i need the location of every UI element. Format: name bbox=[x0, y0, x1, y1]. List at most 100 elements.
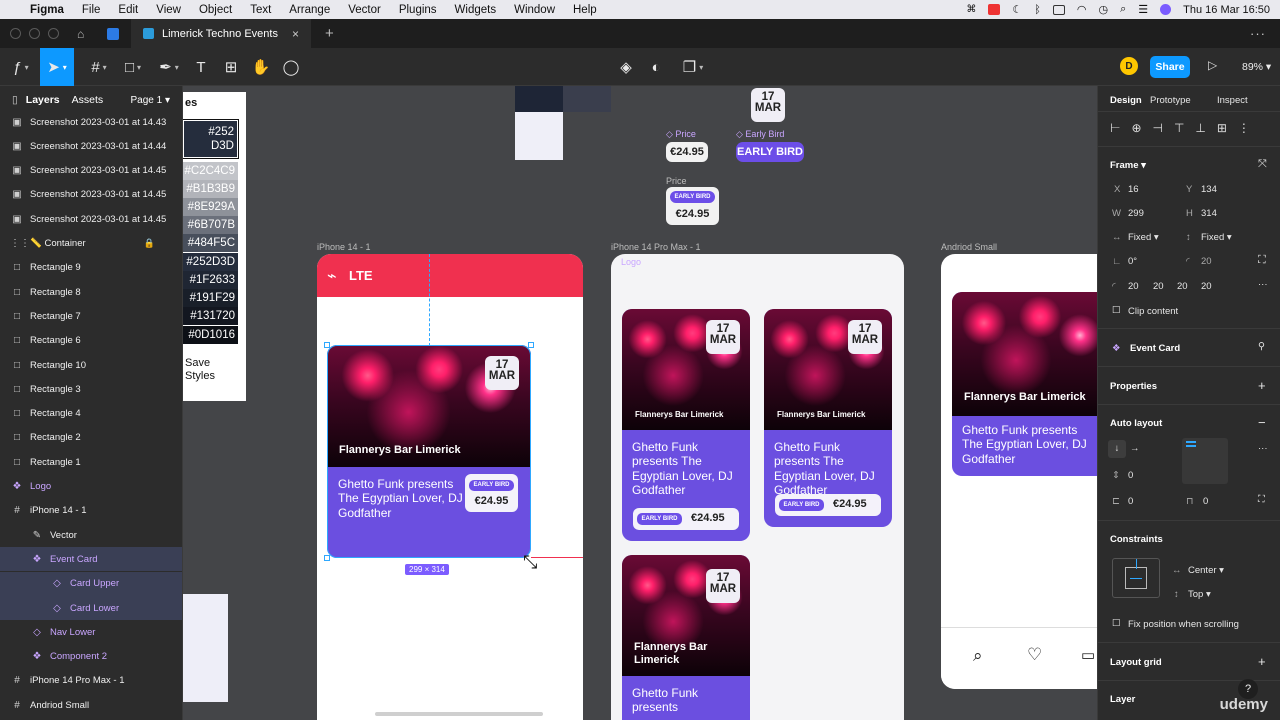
styles-palette[interactable]: es #252 D3D #C2C4C9 #B1B3B9 #8E929A #6B707B #… bbox=[183, 92, 246, 401]
w-input[interactable]: 299 bbox=[1128, 208, 1144, 219]
iphone14-frame[interactable]: ⌁ LTE 17 MAR Flannerys Bar Limerick Ghett… bbox=[317, 254, 583, 720]
y-input[interactable]: 134 bbox=[1201, 184, 1217, 195]
iphone14-promax-frame[interactable]: Logo 17 MAR Flannerys Bar Limerick Ghetto… bbox=[611, 254, 904, 720]
component-options-icon[interactable]: ⚲ bbox=[1258, 341, 1265, 352]
present-play-icon[interactable]: ▷ bbox=[1208, 58, 1217, 72]
frame-label-android[interactable]: Andriod Small bbox=[941, 242, 997, 252]
calendar-icon[interactable] bbox=[988, 4, 1001, 15]
color-swatch[interactable]: #0D1016 bbox=[183, 326, 238, 344]
comment-tool-button[interactable]: ◯ bbox=[280, 48, 302, 86]
shape-tool-button[interactable]: □ ▾ bbox=[118, 48, 148, 86]
frame-section-title[interactable]: Frame ▾ bbox=[1110, 160, 1146, 171]
layer-row[interactable]: □ Rectangle 1 bbox=[0, 450, 182, 474]
menu-vector[interactable]: Vector bbox=[348, 4, 381, 16]
add-layout-grid-icon[interactable]: + bbox=[1258, 654, 1266, 669]
layer-row[interactable]: # iPhone 14 Pro Max - 1 bbox=[0, 669, 182, 693]
h-input[interactable]: 314 bbox=[1201, 208, 1217, 219]
layer-row[interactable]: ◇ Card Lower bbox=[0, 596, 182, 620]
pad-bottom[interactable]: 20 bbox=[1177, 281, 1188, 292]
heart-icon[interactable]: ♡ bbox=[1027, 645, 1042, 665]
new-tab-button[interactable]: + bbox=[325, 25, 334, 42]
tab-inspect[interactable]: Inspect bbox=[1217, 95, 1248, 106]
wifi-icon[interactable]: ◠ bbox=[1077, 3, 1087, 16]
component-button[interactable]: ◈ bbox=[615, 48, 637, 86]
bluetooth-icon[interactable]: ᛒ bbox=[1034, 4, 1041, 16]
pad-top[interactable]: 20 bbox=[1128, 281, 1139, 292]
resize-handle[interactable] bbox=[528, 342, 534, 348]
home-icon[interactable]: ⌂ bbox=[77, 27, 93, 41]
color-swatch[interactable]: #6B707B bbox=[183, 216, 238, 234]
slate-swatch[interactable] bbox=[563, 86, 611, 112]
close-tab-icon[interactable]: × bbox=[292, 27, 299, 41]
layer-row[interactable]: ▣ Screenshot 2023-03-01 at 14.44 bbox=[0, 134, 182, 158]
search-icon[interactable]: ⌕ bbox=[973, 646, 983, 666]
layer-row[interactable]: □ Rectangle 6 bbox=[0, 329, 182, 353]
window-zoom-button[interactable] bbox=[48, 28, 59, 39]
color-swatch[interactable]: #B1B3B9 bbox=[183, 180, 238, 198]
window-minimize-button[interactable] bbox=[29, 28, 40, 39]
fix-position-checkbox[interactable]: ☐ bbox=[1112, 618, 1121, 629]
layer-row[interactable]: □ Rectangle 3 bbox=[0, 377, 182, 401]
alignment-grid[interactable] bbox=[1182, 438, 1228, 484]
layer-row[interactable]: ✎ Vector bbox=[0, 523, 182, 547]
clip-content-checkbox[interactable]: ☐ bbox=[1112, 305, 1121, 316]
layer-row[interactable]: ◇ Nav Lower bbox=[0, 620, 182, 644]
share-button[interactable]: Share bbox=[1150, 56, 1190, 78]
resize-handle[interactable] bbox=[324, 555, 330, 561]
search-icon[interactable]: ⌕ bbox=[1120, 3, 1126, 16]
width-fixed-select[interactable]: Fixed ▾ bbox=[1128, 232, 1159, 243]
add-property-icon[interactable]: + bbox=[1258, 378, 1266, 393]
color-swatch[interactable]: #8E929A bbox=[183, 198, 238, 216]
gap-input[interactable]: 0 bbox=[1128, 470, 1133, 481]
more-options-icon[interactable]: ··· bbox=[1258, 279, 1268, 290]
menu-arrange[interactable]: Arrange bbox=[289, 4, 330, 16]
battery-icon[interactable] bbox=[1052, 4, 1065, 15]
horizontal-constraint-select[interactable]: Center ▾ bbox=[1188, 565, 1224, 576]
layer-row[interactable]: □ Rectangle 7 bbox=[0, 304, 182, 328]
tab-assets[interactable]: Assets bbox=[72, 94, 104, 106]
layer-row[interactable]: ❖ Logo bbox=[0, 475, 182, 499]
layer-row[interactable]: # iPhone 14 - 1 bbox=[0, 499, 182, 523]
price-component[interactable]: €24.95 bbox=[666, 142, 708, 162]
lock-icon[interactable]: 🔒 bbox=[144, 238, 155, 249]
layer-row[interactable]: ❖ Event Card bbox=[0, 547, 182, 572]
remove-auto-layout-icon[interactable]: − bbox=[1258, 415, 1266, 430]
layer-row[interactable]: ▣ Screenshot 2023-03-01 at 14.43 bbox=[0, 110, 182, 134]
avatar[interactable]: D bbox=[1120, 57, 1138, 75]
move-tool-button[interactable]: ➤ ▾ bbox=[40, 48, 74, 86]
align-tools[interactable]: ⊢⊕⊣⊤⊥⊞⋮ bbox=[1110, 121, 1261, 135]
layer-row[interactable]: ⋮⋮ 📏 Container 🔒 bbox=[0, 232, 182, 256]
price-early-bird-component[interactable]: EARLY BIRD €24.95 bbox=[666, 187, 719, 225]
tab-prototype[interactable]: Prototype bbox=[1150, 95, 1191, 106]
vertical-direction-icon[interactable]: ↓ bbox=[1108, 440, 1126, 458]
menu-object[interactable]: Object bbox=[199, 4, 232, 16]
event-card[interactable]: Flannerys Bar Limerick Ghetto Funk prese… bbox=[952, 292, 1097, 476]
panel-toggle-icon[interactable]: ▯ bbox=[12, 94, 18, 106]
layer-row[interactable]: # Andriod Small bbox=[0, 693, 182, 717]
date-badge-component[interactable]: 17 MAR bbox=[751, 88, 785, 122]
color-swatch[interactable]: #191F29 bbox=[183, 289, 238, 307]
layer-row[interactable]: □ Rectangle 4 bbox=[0, 402, 182, 426]
constraints-widget[interactable] bbox=[1112, 558, 1160, 598]
tab-layers[interactable]: Layers bbox=[26, 94, 60, 106]
menu-help[interactable]: Help bbox=[573, 4, 597, 16]
boolean-button[interactable]: ❐ ▾ bbox=[678, 48, 708, 86]
layer-row[interactable]: ▣ Screenshot 2023-03-01 at 14.45 bbox=[0, 183, 182, 207]
datetime[interactable]: Thu 16 Mar 16:50 bbox=[1183, 4, 1270, 16]
app-menu[interactable]: Figma bbox=[30, 4, 64, 16]
menu-plugins[interactable]: Plugins bbox=[399, 4, 437, 16]
hand-tool-button[interactable]: ✋ bbox=[250, 48, 272, 86]
clock-icon[interactable]: ◷ bbox=[1099, 3, 1109, 16]
zoom-level[interactable]: 89% ▾ bbox=[1242, 61, 1271, 73]
layer-row[interactable]: □ Rectangle 2 bbox=[0, 426, 182, 450]
canvas[interactable]: es #252 D3D #C2C4C9 #B1B3B9 #8E929A #6B707B #… bbox=[183, 86, 1097, 720]
auto-layout-more-icon[interactable]: ··· bbox=[1258, 443, 1268, 454]
status-icon[interactable]: ⌘ bbox=[966, 4, 976, 15]
height-fixed-select[interactable]: Fixed ▾ bbox=[1201, 232, 1232, 243]
vertical-padding-input[interactable]: 0 bbox=[1203, 496, 1208, 507]
menu-file[interactable]: File bbox=[82, 4, 101, 16]
menu-text[interactable]: Text bbox=[250, 4, 271, 16]
x-input[interactable]: 16 bbox=[1128, 184, 1139, 195]
color-swatch[interactable]: #1F2633 bbox=[183, 271, 238, 289]
event-card[interactable]: 17 MAR Flannerys Bar Limerick Ghetto Funk… bbox=[764, 309, 892, 527]
